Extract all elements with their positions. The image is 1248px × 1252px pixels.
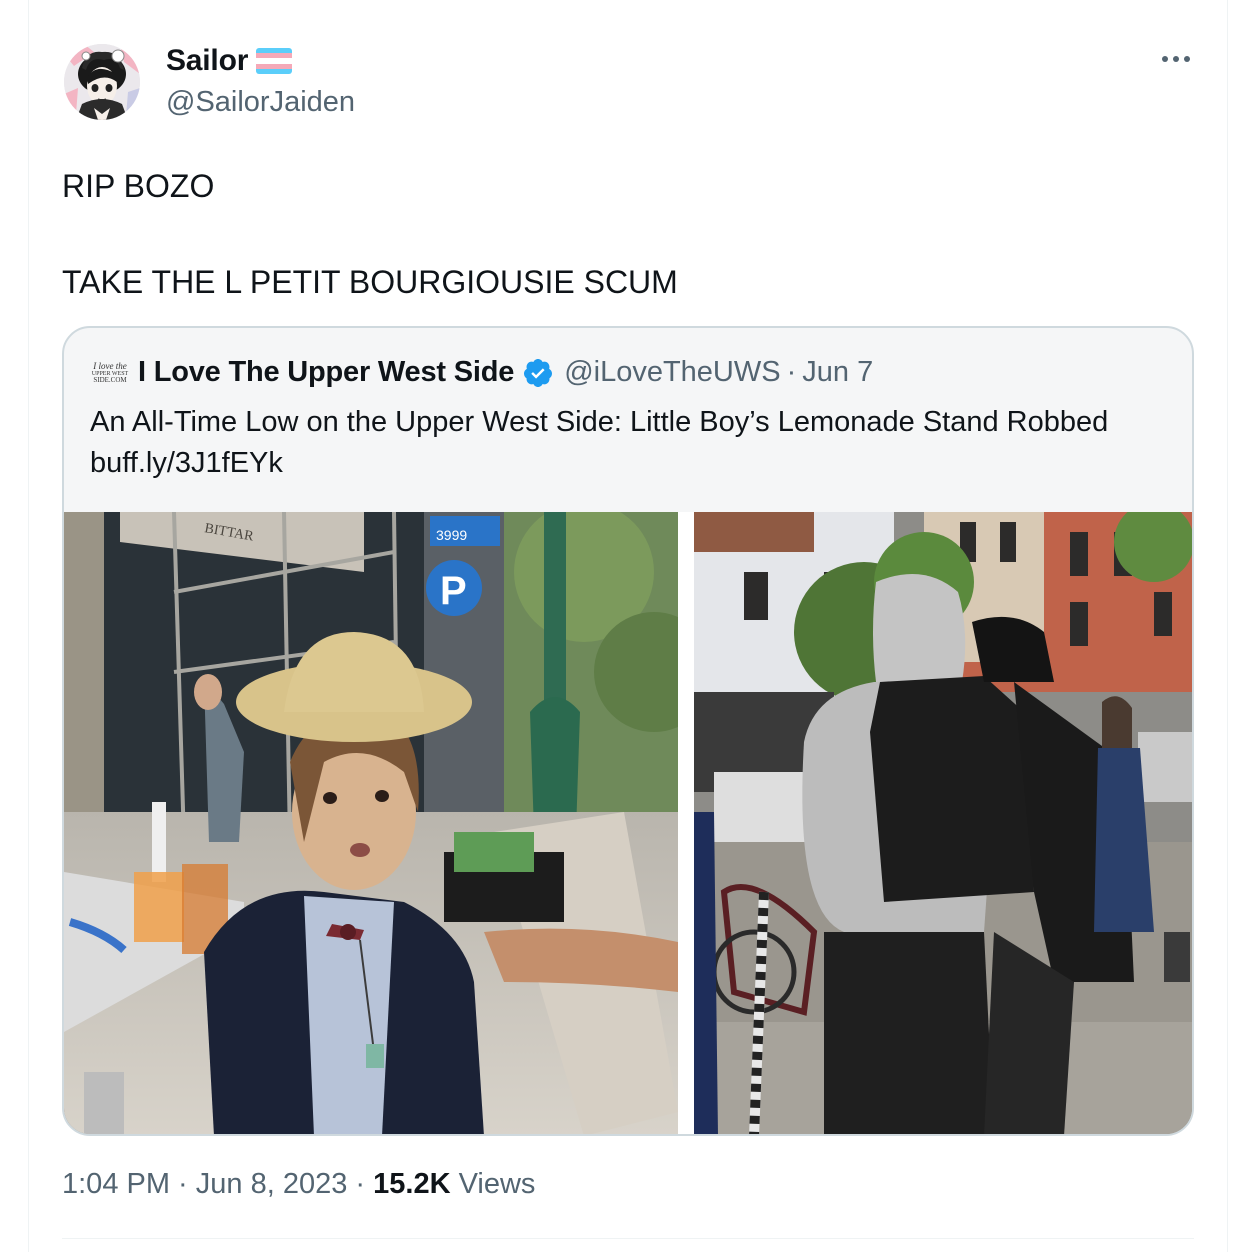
media-photo-right[interactable] (694, 512, 1192, 1134)
meta-separator: · (170, 1168, 196, 1200)
tweet-time[interactable]: 1:04 PM (62, 1168, 170, 1200)
separator-dot: · (786, 356, 797, 388)
quoted-tweet-link[interactable]: buff.ly/3J1fEYk (90, 443, 1180, 484)
meta-separator: · (347, 1168, 374, 1200)
parking-sign-number: 3999 (436, 527, 467, 543)
avatar-anime-portrait-icon (64, 44, 140, 120)
quoted-tweet-text: An All-Time Low on the Upper West Side: … (90, 402, 1180, 484)
divider (62, 1238, 1194, 1239)
quoted-tweet-media: BITTAR 3999 P (64, 512, 1192, 1134)
flag-stripe (256, 68, 293, 74)
author-handle[interactable]: @SailorJaiden (166, 86, 355, 119)
quoted-author-logo[interactable]: I love the UPPER WEST SIDE.COM (90, 358, 130, 388)
views-label: Views (450, 1168, 536, 1200)
parking-sign-letter: P (440, 569, 467, 613)
tweet-meta: 1:04 PM · Jun 8, 2023 · 15.2K Views (62, 1168, 535, 1201)
quoted-tweet-date[interactable]: Jun 7 (802, 356, 873, 389)
more-options-button[interactable] (1158, 52, 1194, 66)
quoted-author-handle[interactable]: @iLoveTheUWS (564, 356, 780, 389)
more-dot-icon (1173, 56, 1179, 62)
views-count: 15.2K (373, 1168, 451, 1200)
author-display-name[interactable]: Sailor (166, 44, 248, 78)
author-name-row: Sailor (166, 44, 293, 78)
logo-line-3: SIDE.COM (93, 375, 127, 384)
verified-badge-icon (524, 358, 553, 387)
logo-line-1: I love the (93, 360, 127, 371)
tweet-text: RIP BOZO TAKE THE L PETIT BOURGIOUSIE SC… (62, 168, 678, 300)
quoted-tweet-text-line1: An All-Time Low on the Upper West Side: … (90, 406, 1109, 438)
quoted-tweet-header: I love the UPPER WEST SIDE.COM I Love Th… (90, 356, 873, 389)
quoted-tweet[interactable]: I love the UPPER WEST SIDE.COM I Love Th… (62, 326, 1194, 1136)
photo-crying-boy-lemonade-stand-icon: BITTAR 3999 P (64, 512, 678, 1134)
author-avatar[interactable] (64, 44, 140, 120)
quoted-author-name[interactable]: I Love The Upper West Side (138, 356, 514, 389)
trans-flag-icon (256, 48, 293, 74)
tweet-date[interactable]: Jun 8, 2023 (196, 1168, 348, 1200)
more-dot-icon (1162, 56, 1168, 62)
more-dot-icon (1184, 56, 1190, 62)
media-photo-left[interactable]: BITTAR 3999 P (64, 512, 678, 1134)
photo-hooded-figures-street-icon (694, 512, 1192, 1134)
